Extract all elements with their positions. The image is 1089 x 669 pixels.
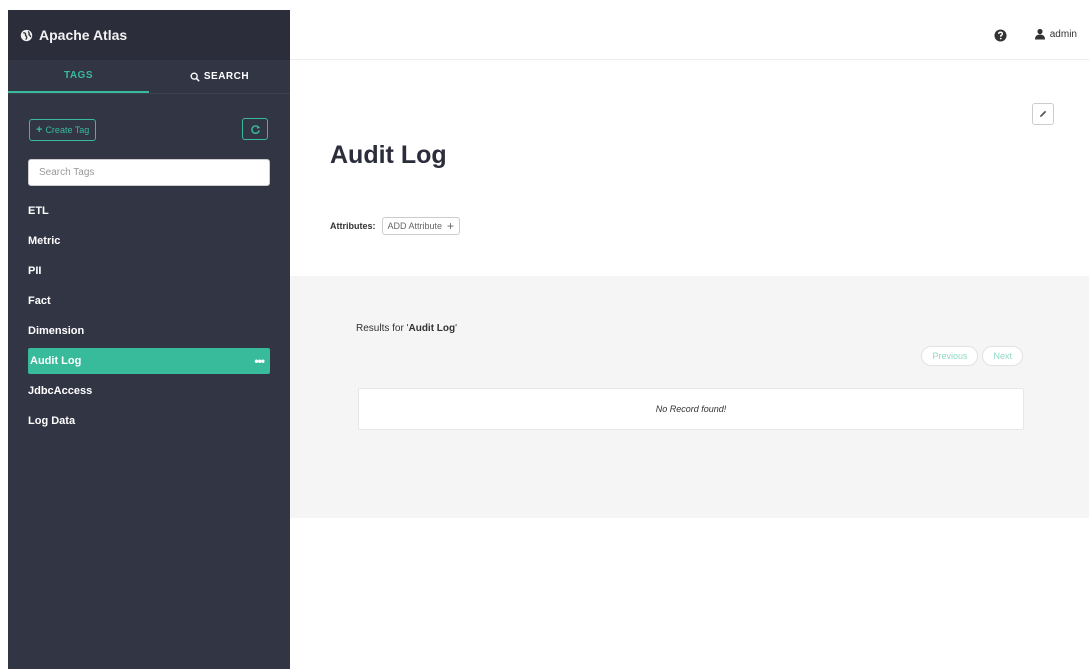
brand-title: Apache Atlas — [39, 27, 128, 43]
pencil-icon — [1040, 110, 1047, 117]
app-root: Apache Atlas TAGS SEARCH + Create Tag Se… — [0, 0, 1089, 669]
help-icon[interactable] — [994, 29, 1007, 42]
tag-label: Metric — [28, 235, 61, 247]
create-tag-button[interactable]: + Create Tag — [29, 119, 97, 141]
tab-tags[interactable]: TAGS — [8, 60, 149, 93]
user-icon — [1034, 28, 1045, 40]
tag-label: Dimension — [28, 325, 85, 337]
attributes-row: Attributes: ADD Attribute + — [330, 217, 461, 235]
results-suffix: ' — [455, 323, 458, 334]
results-prefix: Results for ' — [356, 323, 409, 334]
sidebar: Apache Atlas TAGS SEARCH + Create Tag Se… — [8, 10, 290, 669]
sidebar-item-log-data[interactable]: Log Data — [28, 406, 270, 436]
tag-label: PII — [28, 265, 42, 277]
results-table: No Record found! — [358, 388, 1024, 430]
no-record-message: No Record found! — [655, 404, 727, 414]
globe-icon — [20, 29, 33, 41]
pagination: Previous Next — [921, 346, 1023, 366]
sidebar-item-etl[interactable]: ETL — [28, 196, 270, 226]
sidebar-item-audit-log[interactable]: Audit Log ••• — [28, 348, 270, 374]
sidebar-tabs: TAGS SEARCH — [8, 60, 290, 94]
create-tag-label: Create Tag — [45, 125, 90, 135]
edit-button[interactable] — [1032, 103, 1054, 125]
top-bar: admin — [290, 10, 1089, 60]
next-button[interactable]: Next — [982, 346, 1023, 366]
sidebar-item-jdbcaccess[interactable]: JdbcAccess — [28, 376, 270, 406]
tab-tags-label: TAGS — [63, 70, 94, 81]
page-title: Audit Log — [330, 141, 447, 169]
more-icon[interactable]: ••• — [254, 354, 265, 368]
results-panel: Results for 'Audit Log' Previous Next No… — [290, 276, 1089, 518]
sidebar-item-dimension[interactable]: Dimension — [28, 316, 270, 346]
previous-button[interactable]: Previous — [921, 346, 979, 366]
tag-label: Audit Log — [30, 355, 82, 367]
tag-label: Log Data — [28, 415, 76, 427]
tag-label: ETL — [28, 205, 49, 217]
user-menu[interactable]: admin — [1034, 28, 1077, 40]
refresh-icon — [250, 124, 260, 134]
user-name: admin — [1049, 28, 1077, 40]
search-icon — [190, 72, 200, 82]
sidebar-item-fact[interactable]: Fact — [28, 286, 270, 316]
attributes-label: Attributes: — [330, 221, 376, 231]
sidebar-item-metric[interactable]: Metric — [28, 226, 270, 256]
tag-tools: + Create Tag — [8, 94, 290, 142]
sidebar-item-pii[interactable]: PII — [28, 256, 270, 286]
results-term: Audit Log — [408, 323, 456, 334]
tag-label: Fact — [28, 295, 51, 307]
main-content: Audit Log Attributes: ADD Attribute + Re… — [290, 61, 1089, 669]
tab-search[interactable]: SEARCH — [149, 60, 290, 93]
brand[interactable]: Apache Atlas — [8, 10, 290, 60]
results-heading: Results for 'Audit Log' — [356, 323, 457, 334]
add-attribute-label: ADD Attribute — [387, 221, 443, 231]
plus-icon: + — [447, 219, 455, 233]
search-tags-input[interactable] — [28, 159, 270, 186]
tab-search-label: SEARCH — [203, 71, 250, 82]
tag-list: ETL Metric PII Fact Dimension Audit Log … — [8, 196, 290, 436]
tag-label: JdbcAccess — [28, 385, 93, 397]
refresh-button[interactable] — [242, 118, 268, 140]
plus-icon: + — [36, 124, 43, 136]
add-attribute-button[interactable]: ADD Attribute + — [381, 217, 461, 235]
